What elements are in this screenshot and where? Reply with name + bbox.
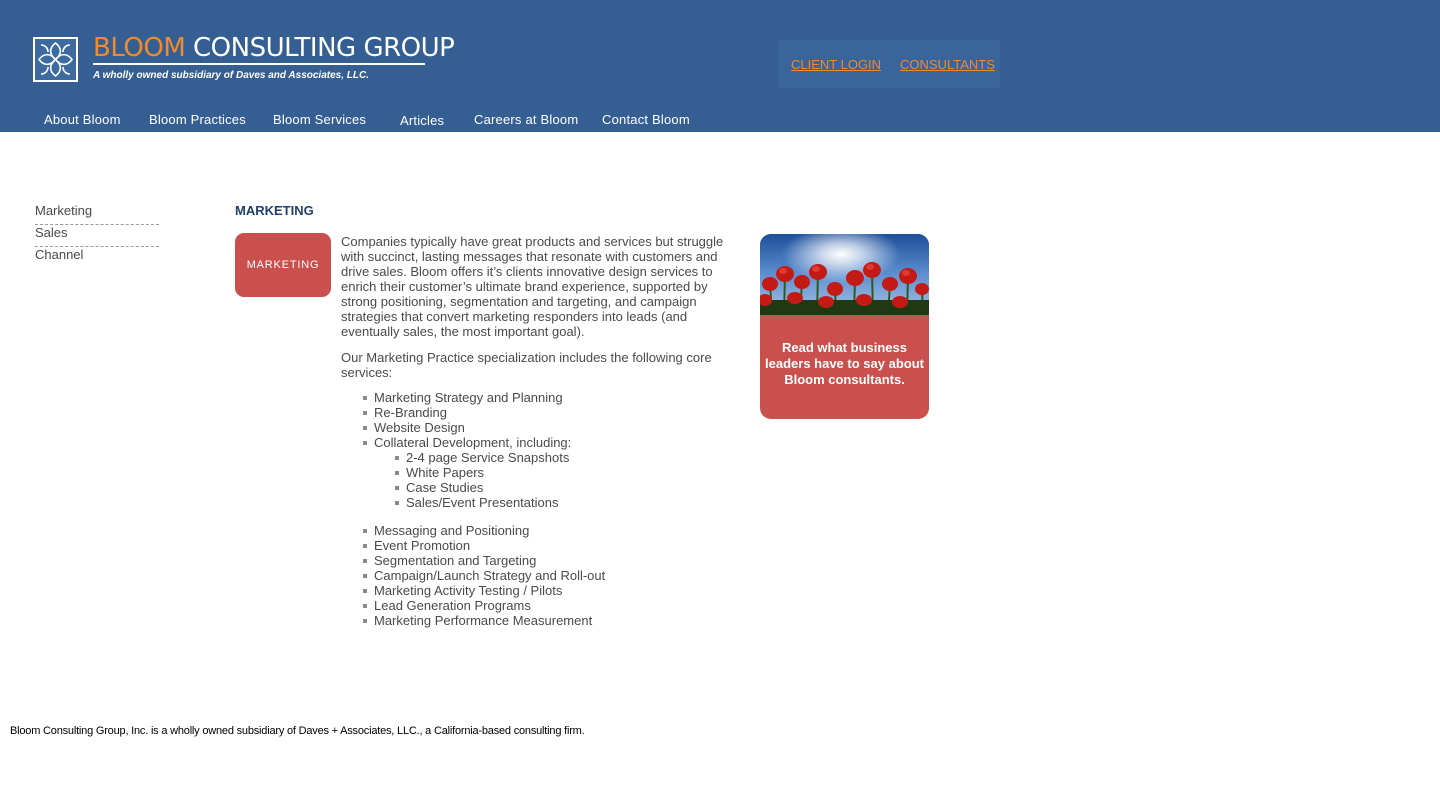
nav-articles[interactable]: Articles [400,113,444,128]
list-item: Campaign/Launch Strategy and Roll-out [363,568,733,583]
marketing-badge: MARKETING [235,233,331,297]
brand-name-consulting-group: CONSULTING GROUP [193,33,455,63]
list-item: Event Promotion [363,538,733,553]
nav-careers-at-bloom[interactable]: Careers at Bloom [474,112,578,127]
services-list-continued: Messaging and Positioning Event Promotio… [363,523,733,628]
services-list: Marketing Strategy and Planning Re-Brand… [363,390,733,450]
brand-underline [93,63,425,65]
list-item: 2-4 page Service Snapshots [395,450,733,465]
brand-tagline: A wholly owned subsidiary of Daves and A… [93,70,369,81]
list-item: Re-Branding [363,405,733,420]
red-tulips-photo [760,234,929,315]
list-item: Messaging and Positioning [363,523,733,538]
brand-name-bloom: BLOOM [93,33,186,63]
testimonial-promo-text: Read what business leaders have to say a… [765,340,924,387]
page-title: MARKETING [235,203,314,218]
list-item: Segmentation and Targeting [363,553,733,568]
list-item: Sales/Event Presentations [395,495,733,510]
services-intro: Our Marketing Practice specialization in… [341,350,712,380]
client-login-link[interactable]: CLIENT LOGIN [791,57,881,72]
nav-bloom-practices[interactable]: Bloom Practices [149,112,246,127]
floral-logo-icon [37,41,74,78]
practice-sidebar: Marketing Sales Channel [35,203,159,269]
list-item: Case Studies [395,480,733,495]
sidebar-item-marketing[interactable]: Marketing [35,203,159,225]
collateral-list: 2-4 page Service Snapshots White Papers … [395,450,733,510]
brand-title[interactable]: BLOOM CONSULTING GROUP [93,33,455,63]
footer-text: Bloom Consulting Group, Inc. is a wholly… [10,725,585,737]
list-item: Collateral Development, including: [363,435,733,450]
intro-paragraph: Companies typically have great products … [341,234,724,339]
list-item: White Papers [395,465,733,480]
testimonial-promo[interactable]: Read what business leaders have to say a… [760,234,929,419]
list-item: Website Design [363,420,733,435]
list-item: Marketing Activity Testing / Pilots [363,583,733,598]
nav-bloom-services[interactable]: Bloom Services [273,112,366,127]
sidebar-item-sales[interactable]: Sales [35,225,159,247]
list-item: Lead Generation Programs [363,598,733,613]
site-header: BLOOM CONSULTING GROUP A wholly owned su… [0,0,1440,132]
main-content: Companies typically have great products … [341,234,733,628]
consultants-link[interactable]: CONSULTANTS [900,57,995,72]
nav-about-bloom[interactable]: About Bloom [44,112,121,127]
list-item: Marketing Performance Measurement [363,613,733,628]
nav-contact-bloom[interactable]: Contact Bloom [602,112,690,127]
sidebar-item-channel[interactable]: Channel [35,247,159,269]
bloom-logo-icon[interactable] [33,37,78,82]
list-item: Marketing Strategy and Planning [363,390,733,405]
